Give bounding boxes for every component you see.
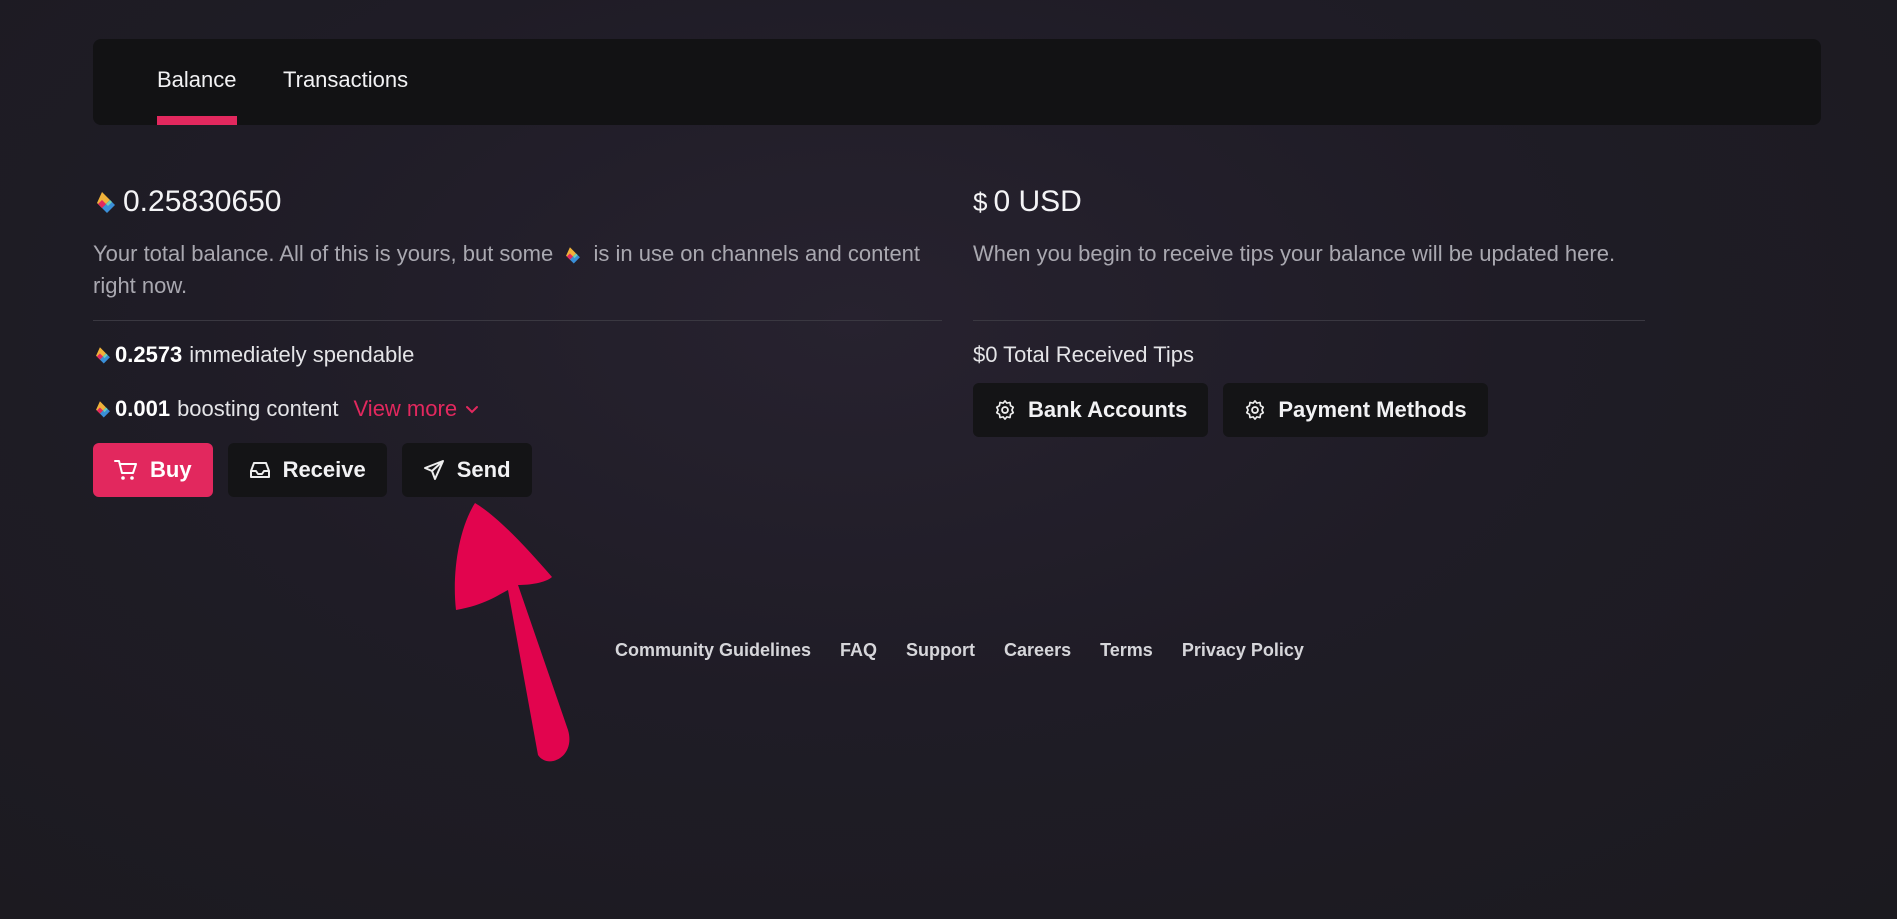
balance-description: Your total balance. All of this is yours… [93, 238, 942, 302]
footer-link-faq[interactable]: FAQ [840, 640, 877, 661]
total-balance: 0.25830650 [93, 180, 942, 224]
gear-icon [1246, 400, 1265, 420]
divider [93, 320, 942, 321]
send-button-label: Send [456, 457, 511, 482]
usd-amount: 0 USD [993, 185, 1082, 218]
footer-link-terms[interactable]: Terms [1100, 640, 1153, 661]
buy-button[interactable]: Buy [93, 443, 213, 497]
cart-icon [114, 460, 137, 480]
footer-link-privacy-policy[interactable]: Privacy Policy [1182, 640, 1304, 661]
footer-link-community-guidelines[interactable]: Community Guidelines [615, 640, 811, 661]
bank-accounts-label: Bank Accounts [1028, 397, 1188, 422]
annotation-arrow [454, 503, 570, 762]
view-more-label: View more [353, 396, 458, 421]
receive-button[interactable]: Receive [227, 443, 387, 497]
lbc-credit-icon [566, 247, 581, 264]
tab-balance[interactable]: Balance [157, 39, 237, 125]
inbox-icon [249, 462, 270, 478]
boosting-label: boosting content [177, 396, 339, 421]
boosting-amount: 0.001 [115, 396, 171, 421]
dollar-icon: $ [973, 186, 988, 217]
total-received-tips: $0 Total Received Tips [973, 340, 1645, 370]
divider [973, 320, 1645, 321]
lbc-credit-icon [96, 401, 110, 418]
receive-button-label: Receive [282, 457, 366, 482]
footer-link-support[interactable]: Support [906, 640, 975, 661]
boosting-row: 0.001 boosting content View more [93, 394, 942, 424]
bank-accounts-button[interactable]: Bank Accounts [973, 383, 1209, 437]
spendable-row: 0.2573 immediately spendable [93, 340, 942, 370]
lbc-credit-icon [96, 347, 110, 364]
payment-methods-button[interactable]: Payment Methods [1223, 383, 1488, 437]
footer-link-careers[interactable]: Careers [1004, 640, 1071, 661]
tips-actions: Bank Accounts Payment Methods [973, 383, 1645, 437]
payment-methods-label: Payment Methods [1278, 397, 1467, 422]
gear-icon [995, 400, 1015, 420]
spendable-amount: 0.2573 [115, 342, 183, 367]
tab-transactions[interactable]: Transactions [283, 39, 408, 125]
balance-description-text-1: Your total balance. All of this is yours… [93, 241, 554, 266]
tips-balance-section: $ 0 USD When you begin to receive tips y… [973, 180, 1645, 437]
usd-balance: $ 0 USD [973, 180, 1645, 224]
wallet-actions: Buy Receive Send [93, 443, 942, 497]
chevron-down-icon [466, 406, 479, 414]
total-balance-amount: 0.25830650 [123, 185, 282, 218]
spendable-label: immediately spendable [189, 342, 415, 367]
wallet-balance-section: 0.25830650 Your total balance. All of th… [93, 180, 942, 497]
lbc-credit-icon [97, 192, 115, 213]
send-icon [423, 460, 444, 480]
tips-description: When you begin to receive tips your bala… [973, 241, 1616, 266]
tab-bar: Balance Transactions [93, 39, 1821, 125]
view-more-link[interactable]: View more [354, 396, 480, 422]
send-button[interactable]: Send [401, 443, 532, 497]
footer-links: Community Guidelines FAQ Support Careers… [615, 640, 1304, 661]
total-received-label: $0 Total Received Tips [973, 342, 1194, 367]
buy-button-label: Buy [150, 457, 192, 482]
